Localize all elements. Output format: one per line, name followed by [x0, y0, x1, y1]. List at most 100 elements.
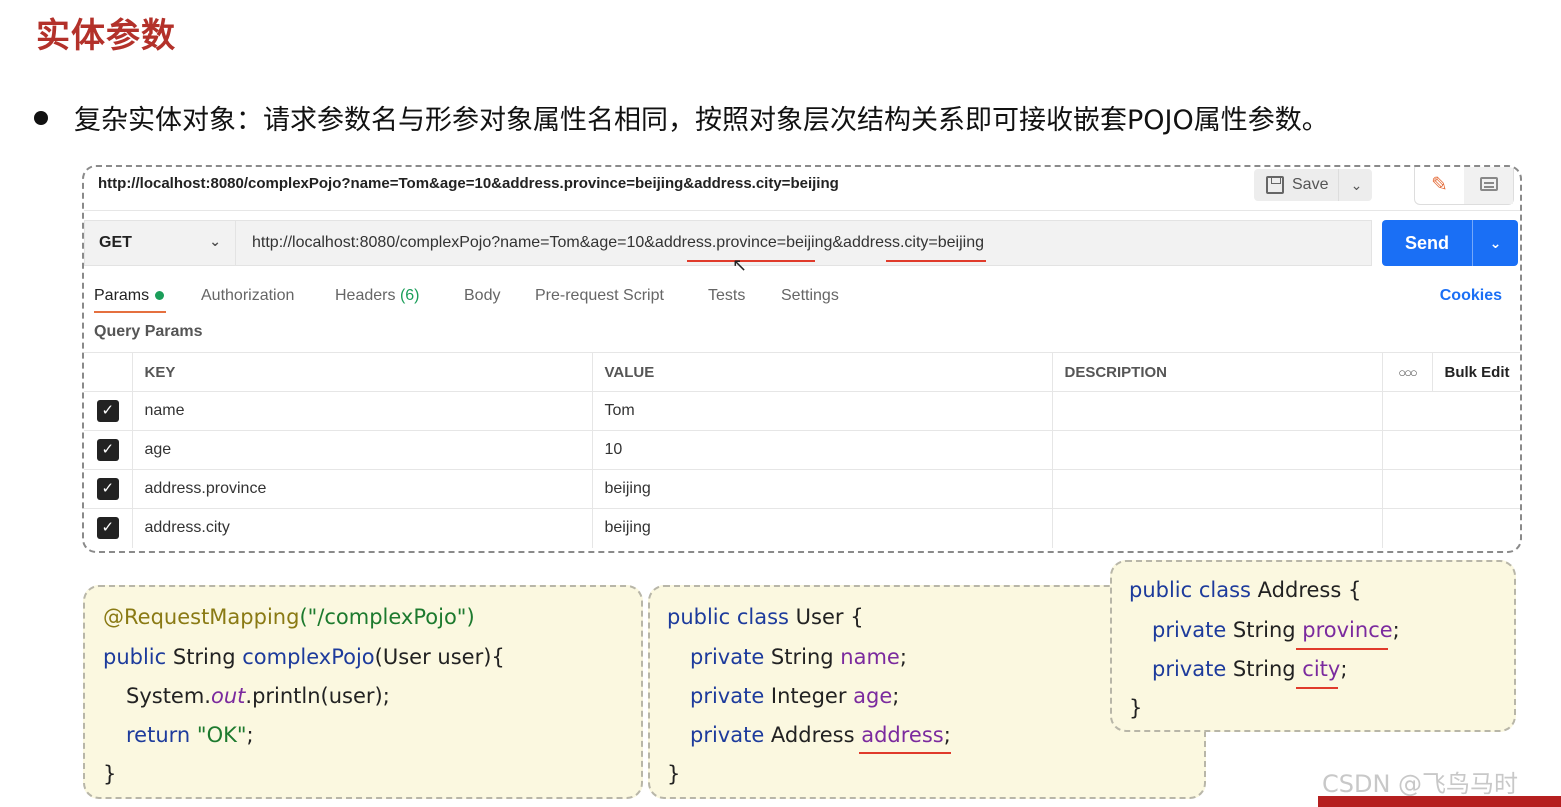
slide-title: 实体参数 — [36, 16, 176, 56]
type: Address — [764, 723, 862, 747]
province-underline — [687, 260, 815, 262]
param-value[interactable]: Tom — [592, 391, 1053, 431]
method-select[interactable]: GET ⌄ — [84, 220, 236, 266]
param-description[interactable] — [1052, 430, 1383, 470]
code-line: } — [103, 762, 117, 786]
table-row: ✓ name Tom — [84, 391, 1520, 431]
save-label: Save — [1292, 176, 1329, 193]
tab-params-label: Params — [94, 287, 150, 304]
cookies-link[interactable]: Cookies — [1440, 287, 1502, 305]
header-description: DESCRIPTION — [1052, 352, 1383, 392]
keyword: private — [1152, 657, 1227, 681]
semicolon: ; — [899, 645, 907, 669]
pencil-icon[interactable]: ✎ — [1415, 167, 1464, 204]
comment-icon — [1479, 177, 1498, 191]
header-key: KEY — [132, 352, 593, 392]
code-line: private String name; — [690, 645, 907, 669]
param-key[interactable]: age — [132, 430, 593, 470]
method-value: GET — [99, 234, 132, 251]
keyword: private — [1152, 618, 1227, 642]
city-underline — [886, 260, 986, 262]
keyword: private — [690, 723, 765, 747]
type: String — [1226, 657, 1303, 681]
keyword: public class — [667, 605, 789, 629]
field-name: name — [840, 645, 900, 669]
field-name: address — [861, 723, 944, 747]
params-active-dot-icon — [155, 291, 165, 301]
param-key[interactable]: address.province — [132, 469, 593, 509]
class-decl: Address { — [1251, 578, 1362, 602]
type: String — [764, 645, 841, 669]
string-literal: "OK" — [196, 723, 247, 747]
param-value[interactable]: beijing — [592, 469, 1053, 509]
header-checkbox-col — [84, 352, 133, 392]
tab-body[interactable]: Body — [464, 287, 500, 305]
save-options-chevron-down-icon[interactable]: ⌄ — [1338, 169, 1374, 201]
checkbox-checked-icon[interactable]: ✓ — [96, 400, 119, 422]
header-value: VALUE — [592, 352, 1053, 392]
bulk-edit-button[interactable]: Bulk Edit — [1432, 352, 1520, 392]
tab-params[interactable]: Params — [94, 287, 165, 305]
comment-button[interactable] — [1464, 167, 1513, 204]
code-line: return "OK"; — [126, 723, 254, 747]
edit-comment-group: ✎ — [1414, 167, 1514, 205]
code-line: public class User { — [667, 605, 864, 629]
code-line: System.out.println(user); — [126, 684, 390, 708]
row-spacer — [1382, 391, 1520, 431]
code-line: @RequestMapping("/complexPojo") — [103, 605, 475, 629]
semicolon: ; — [1340, 657, 1348, 681]
send-options-chevron-down-icon[interactable]: ⌄ — [1472, 220, 1518, 266]
class-ref: System. — [126, 684, 211, 708]
request-title[interactable]: http://localhost:8080/complexPojo?name=T… — [98, 175, 839, 192]
tab-tests[interactable]: Tests — [708, 287, 745, 305]
annotation: @RequestMapping — [103, 605, 300, 629]
watermark: CSDN @飞鸟马时 — [1322, 770, 1519, 798]
semicolon: ; — [943, 723, 951, 747]
param-description[interactable] — [1052, 391, 1383, 431]
method-name: complexPojo — [242, 645, 375, 669]
row-spacer — [1382, 508, 1520, 548]
param-description[interactable] — [1052, 469, 1383, 509]
row-spacer — [1382, 430, 1520, 470]
request-title-bar: http://localhost:8080/complexPojo?name=T… — [84, 167, 1520, 211]
keyword: return — [126, 723, 191, 747]
class-decl: User { — [789, 605, 864, 629]
checkbox-checked-icon[interactable]: ✓ — [96, 478, 119, 500]
save-icon — [1266, 176, 1284, 194]
row-checkbox-cell: ✓ — [84, 508, 133, 548]
method-call: .println(user); — [245, 684, 390, 708]
keyword: private — [690, 645, 765, 669]
param-value[interactable]: beijing — [592, 508, 1053, 548]
tab-settings[interactable]: Settings — [781, 287, 839, 305]
row-spacer — [1382, 469, 1520, 509]
mouse-cursor-icon: ↖ — [732, 255, 748, 275]
corner-decoration — [1318, 796, 1561, 807]
row-checkbox-cell: ✓ — [84, 469, 133, 509]
keyword: public class — [1129, 578, 1251, 602]
code-line: private String province; — [1152, 618, 1400, 642]
param-key[interactable]: address.city — [132, 508, 593, 548]
tab-headers[interactable]: Headers (6) — [335, 287, 420, 305]
controller-code-box: @RequestMapping("/complexPojo") public S… — [83, 585, 643, 799]
static-field: out — [210, 684, 246, 708]
table-header-row: KEY VALUE DESCRIPTION ○○○ Bulk Edit — [84, 352, 1520, 392]
checkbox-checked-icon[interactable]: ✓ — [96, 517, 119, 540]
table-row: ✓ age 10 — [84, 430, 1520, 470]
send-button[interactable]: Send ⌄ — [1382, 220, 1518, 266]
tab-authorization[interactable]: Authorization — [201, 287, 294, 305]
param-description[interactable] — [1052, 508, 1383, 548]
code-line: private Address address; — [690, 723, 951, 747]
param-key[interactable]: name — [132, 391, 593, 431]
field-name: age — [853, 684, 893, 708]
keyword: private — [690, 684, 765, 708]
row-checkbox-cell: ✓ — [84, 430, 133, 470]
table-row: ✓ address.province beijing — [84, 469, 1520, 509]
checkbox-checked-icon[interactable]: ✓ — [96, 439, 119, 461]
send-label: Send — [1404, 232, 1449, 253]
code-line: public class Address { — [1129, 578, 1361, 602]
more-options-icon[interactable]: ○○○ — [1382, 352, 1433, 392]
param-value[interactable]: 10 — [592, 430, 1053, 470]
type: String — [166, 645, 243, 669]
tab-prerequest-script[interactable]: Pre-request Script — [535, 287, 664, 305]
keyword: public — [103, 645, 167, 669]
